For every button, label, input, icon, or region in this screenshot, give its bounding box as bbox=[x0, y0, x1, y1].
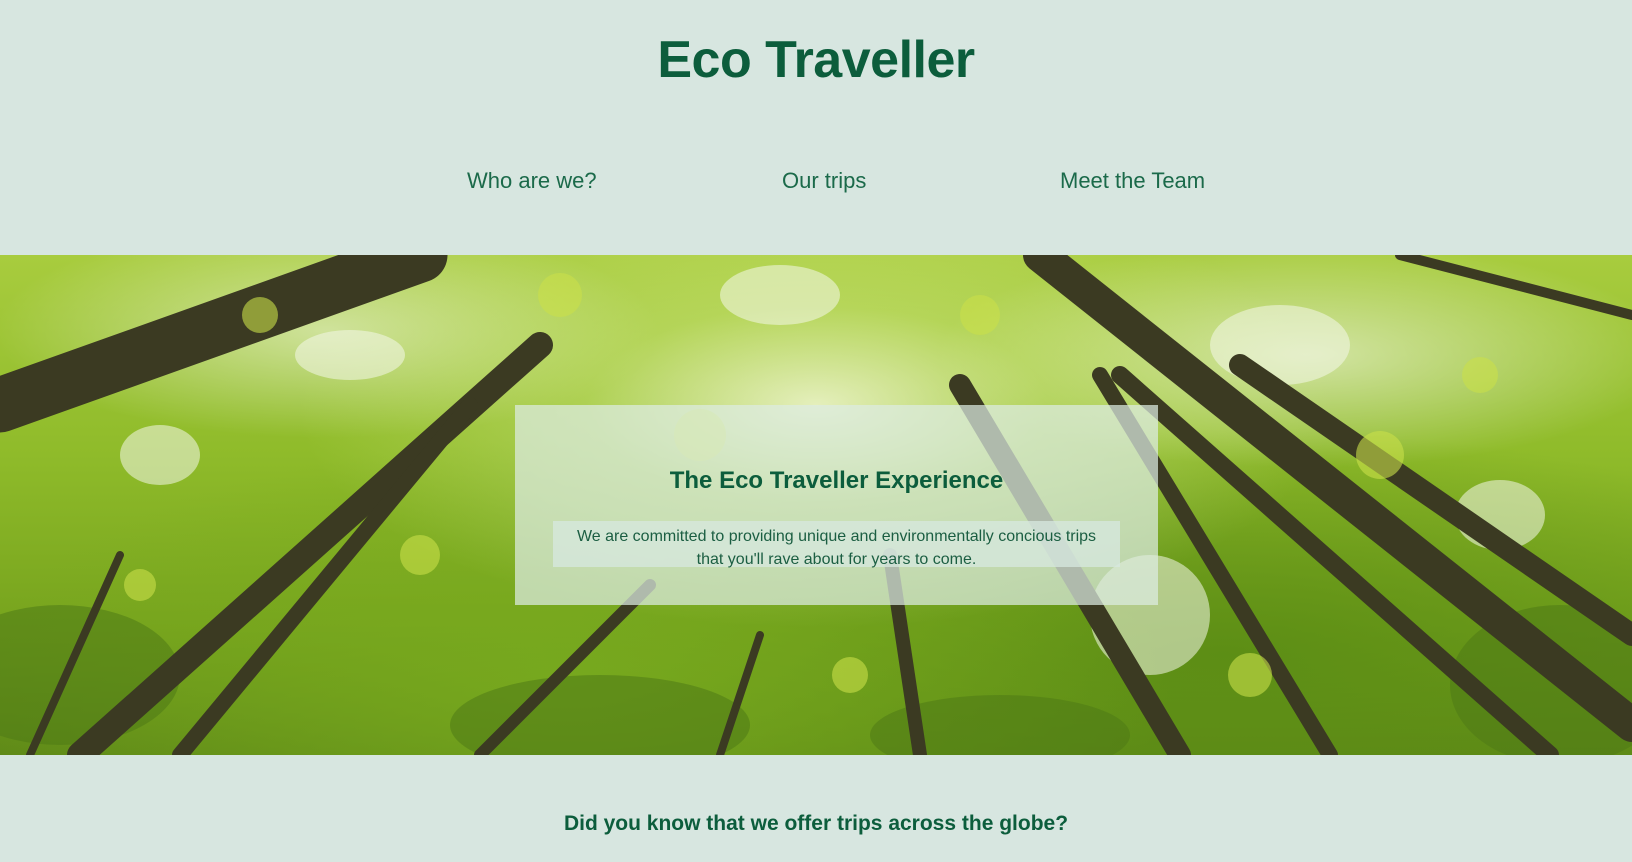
site-title: Eco Traveller bbox=[657, 31, 975, 89]
hero-description: We are committed to providing unique and… bbox=[553, 525, 1120, 571]
section-question: Did you know that we offer trips across … bbox=[563, 812, 1069, 835]
hero-description-line-1: We are committed to providing unique and… bbox=[576, 528, 1097, 545]
hero-description-line-2: that you'll rave about for years to come… bbox=[696, 551, 977, 568]
nav-link-meet-the-team[interactable]: Meet the Team bbox=[1060, 168, 1205, 194]
hero-banner: The Eco Traveller Experience We are comm… bbox=[0, 255, 1632, 755]
nav-link-our-trips[interactable]: Our trips bbox=[782, 168, 866, 194]
nav-link-who-are-we[interactable]: Who are we? bbox=[467, 168, 597, 194]
hero-card: The Eco Traveller Experience We are comm… bbox=[515, 405, 1158, 605]
hero-text-box: We are committed to providing unique and… bbox=[553, 521, 1120, 568]
hero-heading: The Eco Traveller Experience bbox=[669, 467, 1004, 494]
main-nav: Who are we? Our trips Meet the Team bbox=[0, 168, 1632, 204]
